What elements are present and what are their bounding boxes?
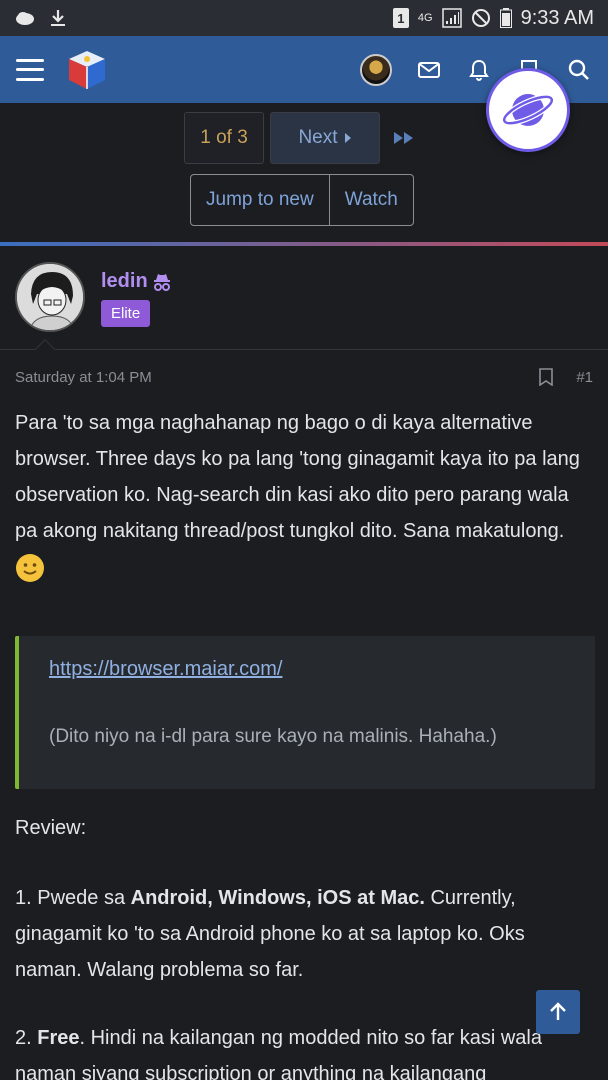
post-divider — [0, 349, 608, 350]
search-icon[interactable] — [566, 57, 592, 83]
status-bar: 1 4G 9:33 AM — [0, 0, 608, 36]
post-timestamp[interactable]: Saturday at 1:04 PM — [15, 369, 152, 386]
browser-link[interactable]: https://browser.maiar.com/ — [49, 658, 565, 681]
dnd-icon — [471, 8, 491, 28]
jump-to-new-button[interactable]: Jump to new — [191, 175, 329, 225]
smile-emoji-icon — [15, 553, 45, 583]
quote-note: (Dito niyo na i-dl para sure kayo na mal… — [49, 726, 497, 747]
item2-rest: . Hindi na kailangan ng modded nito so f… — [15, 1027, 542, 1080]
post-paragraph: Para 'to sa mga naghahanap ng bago o di … — [15, 405, 595, 585]
next-label: Next — [298, 127, 338, 148]
battery-icon — [499, 8, 512, 28]
cloud-icon — [14, 10, 36, 26]
review-item-2: 2. Free. Hindi na kailangan ng modded ni… — [15, 1020, 595, 1080]
quote-block: https://browser.maiar.com/ (Dito niyo na… — [15, 636, 595, 789]
fast-forward-icon — [394, 132, 413, 144]
user-title-badge: Elite — [101, 300, 151, 327]
bookmark-post-icon[interactable] — [538, 368, 554, 386]
last-page-button[interactable] — [386, 112, 422, 164]
section-divider — [0, 242, 608, 246]
forum-logo[interactable] — [64, 47, 110, 93]
post-number[interactable]: #1 — [576, 369, 593, 386]
incognito-icon — [153, 273, 170, 291]
author-notch — [35, 339, 55, 359]
item2-prefix: 2. — [15, 1027, 38, 1049]
signal-icon — [441, 8, 462, 28]
author-name-text: ledin — [101, 270, 148, 292]
caret-right-icon — [344, 133, 351, 143]
clock: 9:33 AM — [520, 6, 594, 29]
review-item-1: 1. Pwede sa Android, Windows, iOS at Mac… — [15, 880, 595, 988]
bell-icon[interactable] — [466, 57, 492, 83]
hamburger-icon[interactable] — [16, 58, 44, 81]
item1-bold: Android, Windows, iOS at Mac. — [130, 887, 425, 909]
network-type: 4G — [417, 11, 433, 24]
paragraph-text: Para 'to sa mga naghahanap ng bago o di … — [15, 412, 580, 542]
planet-icon[interactable] — [486, 68, 570, 152]
download-icon — [50, 9, 66, 27]
scroll-to-top-button[interactable] — [536, 990, 580, 1034]
envelope-icon[interactable] — [416, 57, 442, 83]
author-avatar[interactable] — [15, 262, 85, 332]
arrow-up-icon — [550, 1002, 566, 1020]
pagination: 1 of 3 Next — [184, 112, 422, 164]
review-heading: Review: — [15, 817, 87, 839]
user-avatar[interactable] — [360, 53, 392, 86]
post-meta: Saturday at 1:04 PM #1 — [15, 368, 593, 386]
author-name[interactable]: ledin — [101, 270, 172, 293]
item1-prefix: 1. Pwede sa — [15, 887, 131, 909]
next-page-button[interactable]: Next — [270, 112, 380, 164]
sim-badge: 1 — [392, 8, 409, 28]
item2-bold: Free — [37, 1027, 80, 1049]
thread-actions: Jump to new Watch — [190, 174, 414, 226]
current-page[interactable]: 1 of 3 — [184, 112, 264, 164]
watch-button[interactable]: Watch — [330, 175, 413, 225]
